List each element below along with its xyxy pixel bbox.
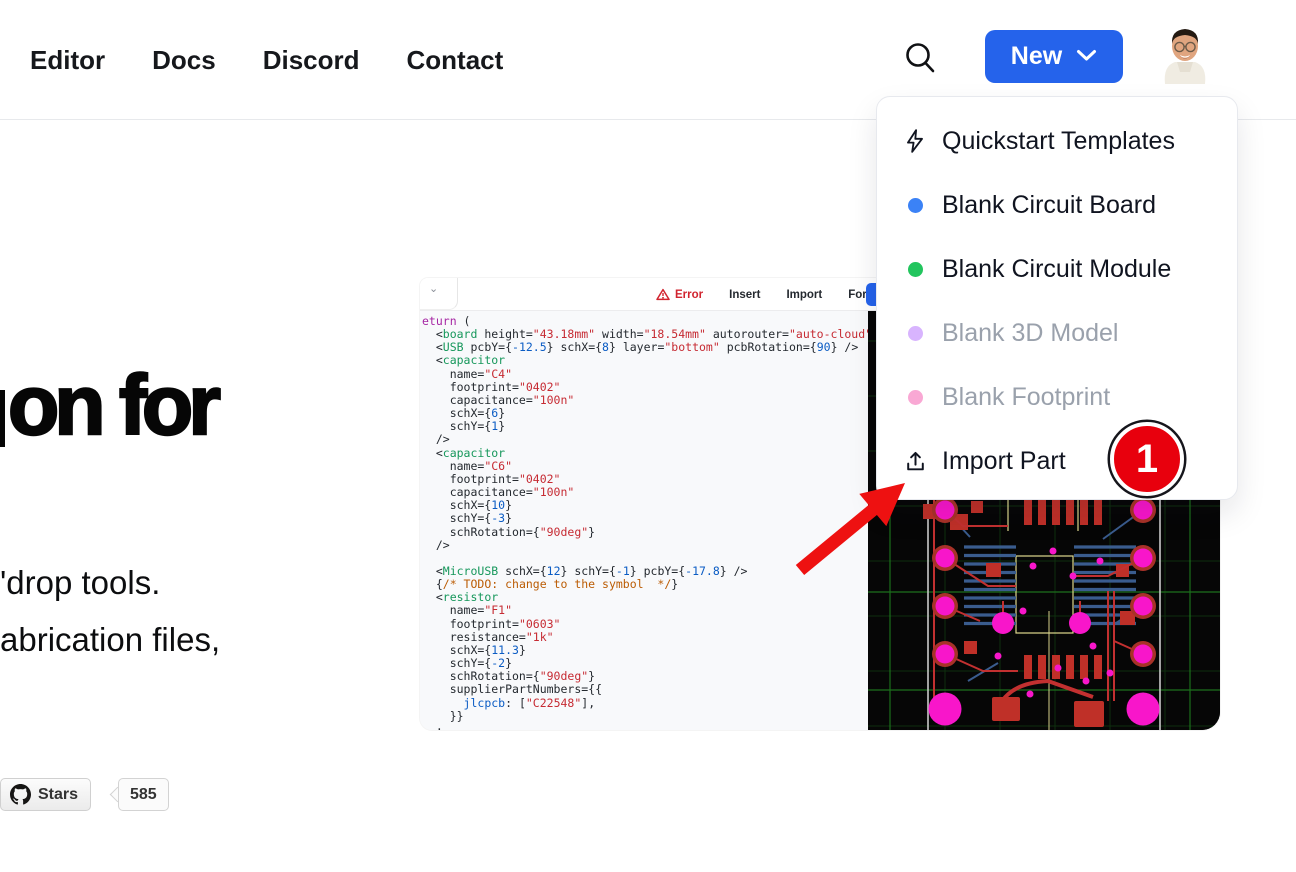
hero-paragraph-line: abrication files,	[0, 621, 220, 659]
nav-link-editor[interactable]: Editor	[30, 45, 105, 76]
menu-item-label: Blank Circuit Board	[942, 191, 1156, 220]
bolt-icon	[901, 127, 929, 155]
github-stars-label: Stars	[38, 786, 78, 804]
nav-link-docs[interactable]: Docs	[152, 45, 216, 76]
new-button-label: New	[1011, 42, 1062, 71]
code-line: ·	[422, 723, 868, 730]
page: Editor Docs Discord Contact New	[0, 0, 1296, 872]
menu-item-label: Blank Circuit Module	[942, 255, 1171, 284]
main-nav: Editor Docs Discord Contact	[30, 0, 503, 120]
code-line: />	[422, 539, 868, 552]
menu-item-blank-footprint[interactable]: Blank Footprint	[877, 365, 1237, 429]
error-tab-label: Error	[675, 289, 703, 301]
menu-item-label: Blank Footprint	[942, 383, 1110, 412]
github-star-count[interactable]: 585	[118, 778, 169, 811]
code-line: schY={1}	[422, 420, 868, 433]
code-line: schRotation={"90deg"}	[422, 526, 868, 539]
menu-item-quickstart-templates: Quickstart Templates	[877, 109, 1237, 173]
toolbar-tab-insert[interactable]: Insert	[729, 289, 760, 301]
github-stars-button[interactable]: Stars	[0, 778, 91, 811]
avatar[interactable]	[1157, 24, 1213, 84]
headline-letter-fragment	[0, 390, 5, 447]
color-dot-icon	[901, 319, 929, 347]
tab-fragment: ⌄	[420, 278, 458, 310]
menu-item-label: Blank 3D Model	[942, 319, 1118, 348]
color-dot-icon	[901, 383, 929, 411]
code-line: jlcpcb: ["C22548"],	[422, 697, 868, 710]
code-editor-pane: eturn ( <board height="43.18mm" width="1…	[420, 311, 868, 730]
upload-icon	[901, 447, 929, 475]
nav-link-discord[interactable]: Discord	[263, 45, 360, 76]
color-dot-icon	[901, 255, 929, 283]
github-icon	[10, 784, 31, 805]
menu-item-blank-3d-model[interactable]: Blank 3D Model	[877, 301, 1237, 365]
menu-item-label: Quickstart Templates	[942, 127, 1175, 156]
page-title-fragment: on for	[8, 362, 216, 448]
menu-item-label: Import Part	[942, 447, 1066, 476]
toolbar-items: Error InsertImportFormat	[656, 278, 887, 311]
toolbar-tab-import[interactable]: Import	[786, 289, 822, 301]
new-dropdown-menu: Quickstart Templates Blank Circuit Board B…	[876, 96, 1238, 500]
chevron-down-icon	[1076, 49, 1097, 65]
nav-link-contact[interactable]: Contact	[407, 45, 504, 76]
hero-paragraph-line: 'drop tools.	[0, 564, 160, 602]
menu-item-blank-circuit-module[interactable]: Blank Circuit Module	[877, 237, 1237, 301]
menu-item-blank-circuit-board[interactable]: Blank Circuit Board	[877, 173, 1237, 237]
warning-icon	[656, 288, 670, 301]
step-badge: 1	[1110, 422, 1184, 496]
search-icon[interactable]	[901, 39, 939, 77]
error-tab[interactable]: Error	[656, 288, 703, 301]
code-line: }}	[422, 710, 868, 723]
new-button[interactable]: New	[985, 30, 1123, 83]
color-dot-icon	[901, 191, 929, 219]
